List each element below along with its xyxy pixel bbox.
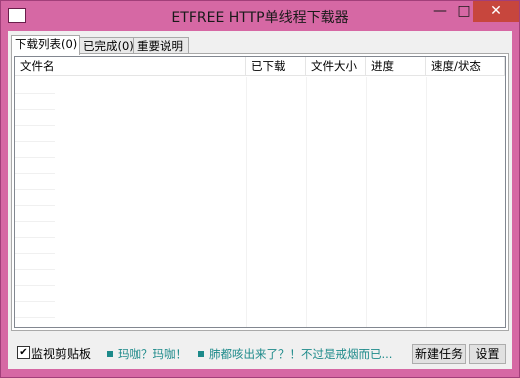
list-grid-row [15,173,55,174]
clipboard-monitor-label[interactable]: 监视剪贴板 [31,345,91,362]
column-header-filename[interactable]: 文件名 [15,57,246,76]
column-header-speed-status[interactable]: 速度/状态 [426,57,505,76]
list-grid-row [15,93,55,94]
square-bullet-icon [198,351,204,357]
list-grid-row [15,285,55,286]
tab-important-notes[interactable]: 重要说明 [133,37,189,54]
tab-download-list[interactable]: 下载列表(0) [11,35,80,55]
ad-link-1[interactable]: 玛咖？玛咖！ [107,346,187,362]
list-grid-column [306,77,307,327]
column-header-downloaded[interactable]: 已下载 [246,57,306,76]
list-grid-row [15,269,55,270]
list-grid-row [15,157,55,158]
close-button[interactable]: ✕ [473,1,519,22]
bottom-bar: ✔ 监视剪贴板 玛咖？玛咖！ 肺都咳出来了？！不过是戒烟而已... 新建任务 设… [8,333,512,369]
column-header-filesize[interactable]: 文件大小 [306,57,366,76]
list-grid-row [15,141,55,142]
new-task-button[interactable]: 新建任务 [412,344,466,364]
list-grid-column [426,77,427,327]
list-grid-row [15,237,55,238]
list-grid-row [15,317,55,318]
client-area: 下载列表(0) 已完成(0) 重要说明 文件名 已下载 文件大小 进度 速度/状… [8,31,512,369]
ad-link-2[interactable]: 肺都咳出来了？！不过是戒烟而已... [198,346,392,362]
list-grid-row [15,205,55,206]
title-bar[interactable]: ETFREE HTTP单线程下载器 — □ ✕ [1,1,519,31]
list-grid-column [246,77,247,327]
minimize-button[interactable]: — [427,1,453,22]
list-body[interactable] [15,77,505,327]
settings-button[interactable]: 设置 [469,344,506,364]
list-header: 文件名 已下载 文件大小 进度 速度/状态 [15,57,505,77]
square-bullet-icon [107,351,113,357]
list-grid-row [15,253,55,254]
ad-link-1-text[interactable]: 玛咖？玛咖！ [118,347,187,361]
tab-completed[interactable]: 已完成(0) [79,37,137,54]
main-window: ETFREE HTTP单线程下载器 — □ ✕ 下载列表(0) 已完成(0) 重… [0,0,520,378]
download-list[interactable]: 文件名 已下载 文件大小 进度 速度/状态 [14,56,506,328]
ad-link-2-text[interactable]: 肺都咳出来了？！不过是戒烟而已... [209,347,392,361]
list-grid-row [15,189,55,190]
column-header-progress[interactable]: 进度 [366,57,426,76]
list-grid-row [15,301,55,302]
tab-panel: 文件名 已下载 文件大小 进度 速度/状态 [11,53,509,331]
list-grid-row [15,109,55,110]
list-grid-row [15,125,55,126]
list-grid-row [15,221,55,222]
list-grid-column [366,77,367,327]
clipboard-monitor-checkbox[interactable]: ✔ [17,346,30,359]
